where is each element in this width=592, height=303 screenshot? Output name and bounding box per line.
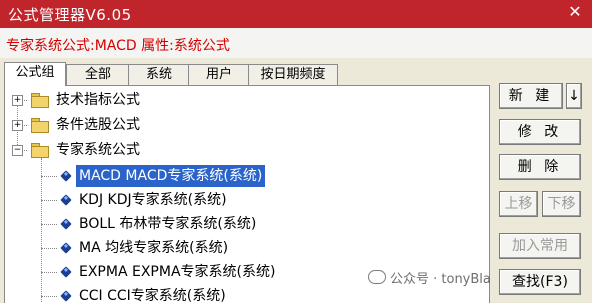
formula-info-bar: 专家系统公式:MACD 属性:系统公式 xyxy=(0,28,592,58)
watermark: 公众号 · tonyBla xyxy=(368,268,491,287)
window-title: 公式管理器V6.05 xyxy=(8,6,132,24)
tree-group-stock-selection[interactable]: + 条件选股公式 xyxy=(5,114,485,136)
tree-item-macd[interactable]: MACD MACD专家系统(系统) xyxy=(5,164,485,188)
modify-button[interactable]: 修 改 xyxy=(499,119,581,145)
tree-item-ma[interactable]: MA 均线专家系统(系统) xyxy=(5,237,485,259)
move-up-button[interactable]: 上移 xyxy=(499,191,538,217)
formula-icon xyxy=(60,170,72,182)
delete-button[interactable]: 删 除 xyxy=(499,154,581,180)
tree-item-label: MACD MACD专家系统(系统) xyxy=(74,164,267,188)
tree-group-expert-system[interactable]: − 专家系统公式 xyxy=(5,139,485,161)
tree-item-label: EXPMA EXPMA专家系统(系统) xyxy=(79,264,276,280)
new-button[interactable]: 新 建 xyxy=(499,83,563,109)
formula-info-text: 专家系统公式:MACD 属性:系统公式 xyxy=(6,38,230,54)
expand-icon[interactable]: + xyxy=(12,120,23,131)
tab-system[interactable]: 系统 xyxy=(128,64,190,85)
folder-icon xyxy=(31,93,49,108)
title-bar: 公式管理器V6.05 ✕ xyxy=(0,0,592,28)
formula-icon xyxy=(60,242,72,254)
formula-icon xyxy=(60,266,72,278)
find-button[interactable]: 查找(F3) xyxy=(499,269,581,295)
tab-formula-group[interactable]: 公式组 xyxy=(4,62,66,86)
tab-user[interactable]: 用户 xyxy=(188,64,250,85)
collapse-icon[interactable]: − xyxy=(12,145,23,156)
move-down-button[interactable]: 下移 xyxy=(542,191,581,217)
tree-group-label: 专家系统公式 xyxy=(56,142,140,158)
tab-all[interactable]: 全部 xyxy=(66,64,130,85)
tree-item-label: BOLL 布林带专家系统(系统) xyxy=(79,216,257,232)
tree-group-label: 技术指标公式 xyxy=(56,92,140,108)
watermark-text: 公众号 · tonyBla xyxy=(390,272,491,287)
wechat-icon xyxy=(368,270,386,284)
tree-item-label: MA 均线专家系统(系统) xyxy=(79,240,229,256)
formula-icon xyxy=(60,290,72,302)
tree-item-label: CCI CCI专家系统(系统) xyxy=(79,288,226,303)
formula-icon xyxy=(60,218,72,230)
tree-item-boll[interactable]: BOLL 布林带专家系统(系统) xyxy=(5,213,485,235)
add-to-common-button[interactable]: 加入常用 xyxy=(499,233,581,259)
expand-icon[interactable]: + xyxy=(12,95,23,106)
folder-icon xyxy=(31,118,49,133)
tab-by-date-frequency[interactable]: 按日期频度 xyxy=(248,64,338,85)
new-dropdown-arrow-icon[interactable]: ↓ xyxy=(566,83,582,109)
folder-open-icon xyxy=(31,143,49,158)
tree-item-label: KDJ KDJ专家系统(系统) xyxy=(79,192,227,208)
close-icon[interactable]: ✕ xyxy=(566,3,584,21)
formula-icon xyxy=(60,194,72,206)
tree-group-label: 条件选股公式 xyxy=(56,117,140,133)
tree-item-kdj[interactable]: KDJ KDJ专家系统(系统) xyxy=(5,189,485,211)
tree-item-cci[interactable]: CCI CCI专家系统(系统) xyxy=(5,285,485,303)
tree-group-indicators[interactable]: + 技术指标公式 xyxy=(5,89,485,111)
